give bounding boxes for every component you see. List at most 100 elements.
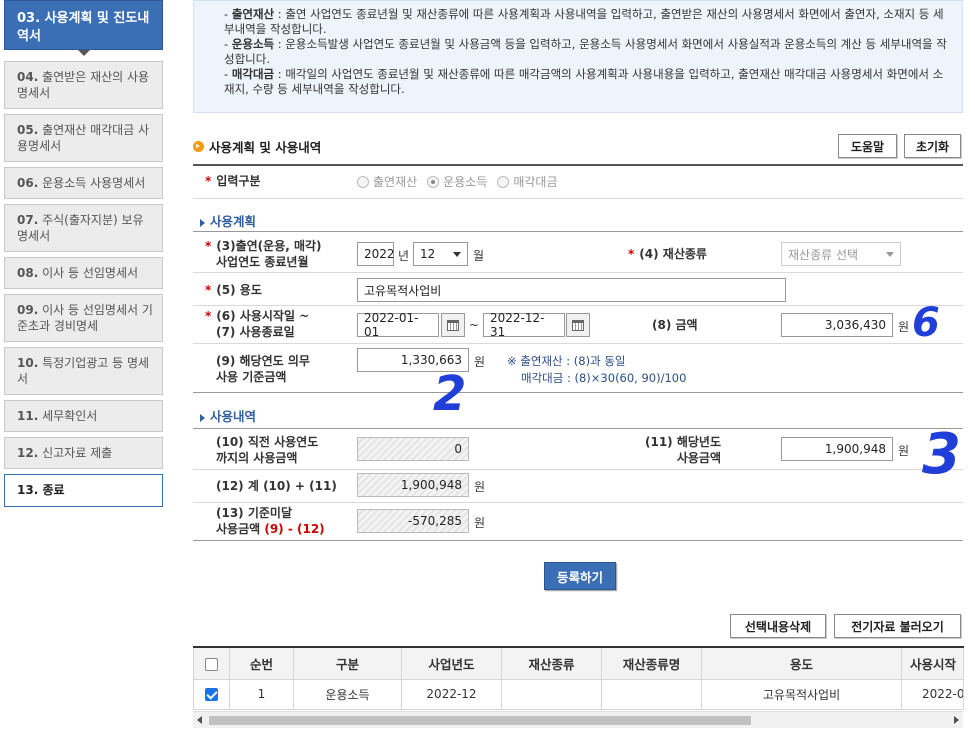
handwritten-annotation: 6 <box>912 300 940 346</box>
row-checkbox[interactable] <box>193 678 230 710</box>
year-input[interactable]: 2022 <box>357 242 395 266</box>
month-select[interactable]: 12 <box>413 242 468 266</box>
reset-button[interactable]: 초기화 <box>904 134 961 158</box>
table-cell: 1 <box>229 678 294 710</box>
bullet-icon <box>193 141 204 152</box>
start-date-input[interactable]: 2022-01-01 <box>357 311 439 339</box>
sidebar-item-submit[interactable]: 12. 신고자료 제출 <box>4 437 163 469</box>
divider <box>193 540 963 541</box>
info-line: - 운용소득 : 운용소득발생 사업연도 종료년월 및 사용금액 등을 입력하고… <box>224 37 947 66</box>
under-usage-label: (13) 기준미달 사용금액 (9) - (12) <box>216 506 325 536</box>
delete-selected-button[interactable]: 선택내용삭제 <box>730 614 826 638</box>
sidebar-item-tax-confirm[interactable]: 11. 세무확인서 <box>4 400 163 432</box>
table-cell: 2022-12 <box>401 678 502 710</box>
calendar-icon <box>447 319 459 331</box>
divider <box>193 428 963 429</box>
usage-table: 순번 구분 사업년도 재산종류 재산종류명 용도 사용시작 1 운용소득 202… <box>193 646 964 710</box>
info-line: - 매각대금 : 매각일의 사업연도 종료년월 및 재산종류에 따른 매각금액의… <box>224 67 944 96</box>
sum-input[interactable]: 1,900,948 <box>357 473 469 497</box>
radio-donated[interactable]: 출연재산 <box>357 173 417 190</box>
col-header: 용도 <box>701 646 902 680</box>
purpose-input[interactable]: 고유목적사업비 <box>357 278 786 302</box>
col-header: 순번 <box>229 646 294 680</box>
date-range-label: * (6) 사용시작일 ~ (7) 사용종료일 <box>205 309 310 339</box>
divider <box>193 305 963 306</box>
chevron-down-icon <box>886 251 894 257</box>
horizontal-scrollbar[interactable] <box>193 711 963 728</box>
amount-input[interactable]: 3,036,430 <box>781 313 893 337</box>
handwritten-annotation: 2 <box>433 366 467 422</box>
col-header: 재산종류명 <box>601 646 702 680</box>
col-header: 구분 <box>293 646 402 680</box>
input-type-radios: 출연재산 운용소득 매각대금 <box>357 173 558 190</box>
radio-checked-icon <box>427 176 440 188</box>
triangle-icon <box>200 218 205 227</box>
radio-sale[interactable]: 매각대금 <box>497 173 558 190</box>
info-line: - 출연재산 : 출연 사업연도 종료년월 및 재산종류에 따른 사용계획과 사… <box>224 7 944 36</box>
chevron-down-icon <box>453 251 461 257</box>
plan-section-title: 사용계획 <box>200 211 256 230</box>
divider <box>193 198 963 199</box>
scrollbar-thumb[interactable] <box>209 716 751 725</box>
sidebar-item-usage-plan[interactable]: 03. 사용계획 및 진도내역서 <box>4 0 163 50</box>
input-type-label: * 입력구분 <box>205 174 261 188</box>
divider <box>193 164 963 166</box>
sidebar-item-end[interactable]: 13. 종료 <box>4 474 163 507</box>
purpose-label: * (5) 용도 <box>205 283 262 297</box>
sum-label: (12) 계 (10) + (11) <box>216 479 337 493</box>
prev-usage-label: (10) 직전 사용연도 까지의 사용금액 <box>216 435 319 465</box>
table-header: 순번 구분 사업년도 재산종류 재산종류명 용도 사용시작 <box>193 646 964 680</box>
sidebar-item-directors-expense[interactable]: 09. 이사 등 선임명세서 기준초과 경비명세 <box>4 294 163 342</box>
table-cell: 운용소득 <box>293 678 402 710</box>
scroll-right-icon[interactable] <box>954 716 959 724</box>
chevron-down-icon <box>78 50 90 56</box>
info-box: - 출연재산 : 출연 사업연도 종료년월 및 재산종류에 따른 사용계획과 사… <box>193 0 963 113</box>
checkbox-checked-icon <box>205 688 218 701</box>
radio-icon <box>497 176 510 188</box>
triangle-icon <box>200 413 205 422</box>
sidebar-item-shares[interactable]: 07. 주식(출자지분) 보유명세서 <box>4 204 163 252</box>
usage-section-title: 사용내역 <box>200 406 256 425</box>
radio-icon <box>357 176 369 188</box>
select-all-checkbox[interactable] <box>193 646 230 680</box>
load-previous-button[interactable]: 전기자료 불러오기 <box>834 614 961 638</box>
amount-label: (8) 금액 <box>652 318 698 332</box>
register-button[interactable]: 등록하기 <box>544 562 616 590</box>
col-header: 사업년도 <box>401 646 502 680</box>
radio-operating[interactable]: 운용소득 <box>427 173 487 190</box>
divider <box>193 343 963 344</box>
asset-type-select[interactable]: 재산종류 선택 <box>781 242 901 266</box>
checkbox-icon <box>205 657 218 671</box>
calendar-button[interactable] <box>566 313 590 337</box>
calc-note: ※ 출연재산 : (8)과 동일 매각대금 : (8)×30(60, 90)/10… <box>507 354 687 385</box>
divider <box>193 502 963 503</box>
under-usage-input[interactable]: -570,285 <box>357 509 469 533</box>
sidebar-item-directors[interactable]: 08. 이사 등 선임명세서 <box>4 257 163 289</box>
table-row[interactable]: 1 운용소득 2022-12 고유목적사업비 2022-01 <box>193 678 964 710</box>
section-title: 사용계획 및 사용내역 <box>193 137 321 156</box>
help-button[interactable]: 도움말 <box>838 134 897 158</box>
end-month-label: * (3)출연(운용, 매각) 사업연도 종료년월 <box>205 239 322 269</box>
divider <box>193 231 963 232</box>
prev-usage-input[interactable]: 0 <box>357 437 469 461</box>
duty-amount-label: (9) 해당연도 의무 사용 기준금액 <box>216 354 310 384</box>
col-header: 사용시작 <box>901 646 964 680</box>
table-cell: 고유목적사업비 <box>701 678 902 710</box>
asset-type-label: * (4) 재산종류 <box>628 247 707 261</box>
sidebar-item-donated-asset[interactable]: 04. 출연받은 재산의 사용명세서 <box>4 61 163 109</box>
sidebar-item-operating-income[interactable]: 06. 운용소득 사용명세서 <box>4 167 163 199</box>
table-cell <box>501 678 602 710</box>
divider <box>193 392 963 393</box>
handwritten-annotation: 3 <box>922 422 961 487</box>
calendar-icon <box>572 319 584 331</box>
scroll-left-icon[interactable] <box>197 716 202 724</box>
col-header: 재산종류 <box>501 646 602 680</box>
end-date-input[interactable]: 2022-12-31 <box>483 311 565 339</box>
curr-usage-input[interactable]: 1,900,948 <box>781 437 893 461</box>
curr-usage-label: (11) 해당년도 사용금액 <box>644 435 721 465</box>
calendar-button[interactable] <box>441 313 465 337</box>
divider <box>193 272 963 273</box>
sidebar-item-sale-proceeds[interactable]: 05. 출연재산 매각대금 사용명세서 <box>4 114 163 162</box>
table-cell <box>601 678 702 710</box>
sidebar-item-ad[interactable]: 10. 특정기업광고 등 명세서 <box>4 347 163 395</box>
